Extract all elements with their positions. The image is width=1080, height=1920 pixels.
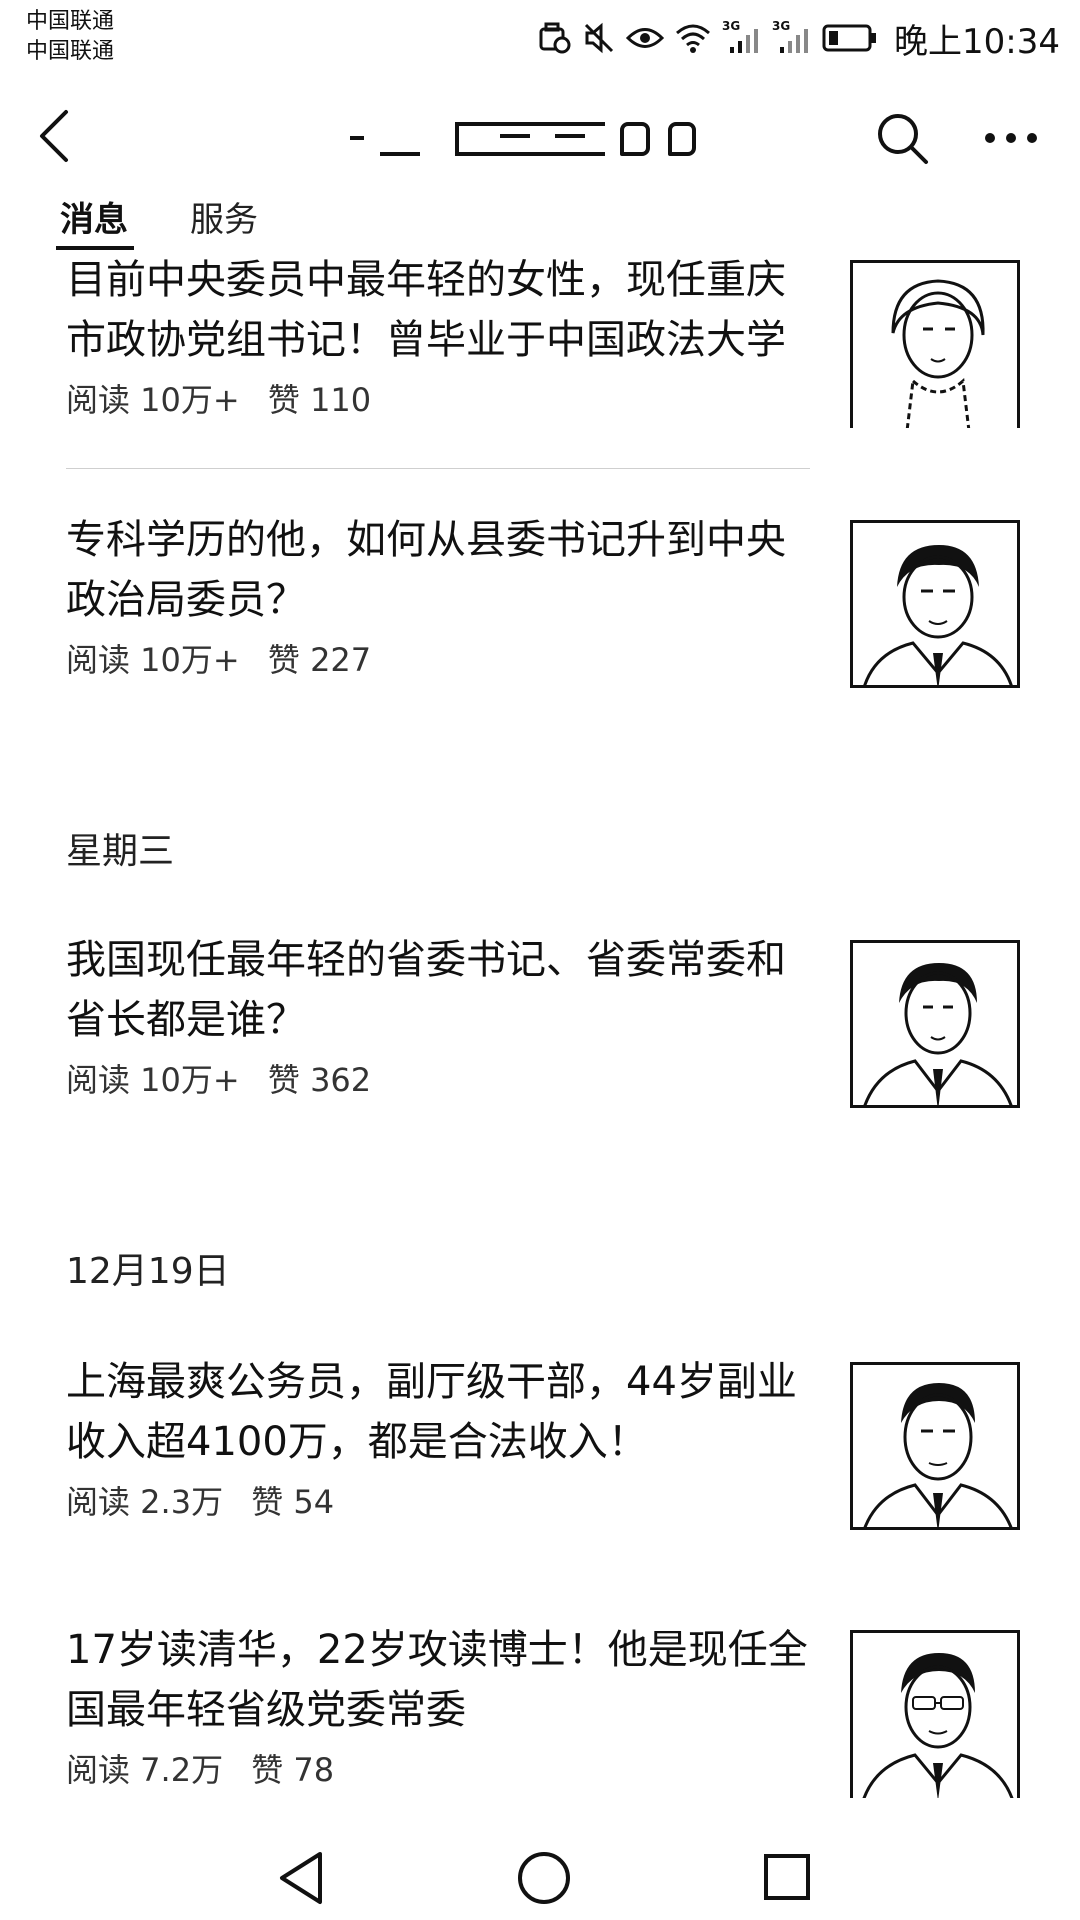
mute-icon <box>584 22 614 54</box>
back-button[interactable] <box>30 108 80 164</box>
article-read-count: 阅读 10万+ <box>66 381 240 419</box>
carrier-label-1: 中国联通 <box>26 9 115 34</box>
status-icons: 3G 3G 晚上10:34 <box>538 14 1060 62</box>
search-icon <box>878 114 928 164</box>
article-item[interactable]: 目前中央委员中最年轻的女性，现任重庆市政协党组书记！曾毕业于中国政法大学 阅读 … <box>0 250 1080 430</box>
article-like-count: 赞 78 <box>251 1751 335 1789</box>
status-clock: 晚上10:34 <box>894 21 1060 62</box>
article-title: 专科学历的他，如何从县委书记升到中央政治局委员？ <box>66 517 786 623</box>
date-label: 星期三 <box>66 831 175 872</box>
divider <box>66 468 810 469</box>
chevron-left-icon <box>40 110 68 162</box>
article-thumbnail <box>850 1362 1020 1530</box>
signal-icon-2: 3G <box>772 19 812 55</box>
article-thumbnail <box>850 1630 1020 1798</box>
article-like-count: 赞 227 <box>267 641 372 679</box>
system-home-button[interactable] <box>516 1850 572 1906</box>
article-thumbnail <box>850 940 1020 1108</box>
article-meta: 阅读 10万+ 赞 110 <box>66 380 371 420</box>
article-meta: 阅读 2.3万 赞 54 <box>66 1482 334 1522</box>
circle-home-icon <box>518 1852 570 1904</box>
search-button[interactable] <box>874 110 930 166</box>
system-recents-button[interactable] <box>762 1852 812 1902</box>
battery-icon <box>822 24 877 52</box>
tab-services[interactable]: 服务 <box>190 198 258 242</box>
account-title-redacted <box>350 116 730 166</box>
more-button[interactable] <box>982 128 1040 148</box>
more-icon <box>985 133 1037 143</box>
article-item[interactable]: 专科学历的他，如何从县委书记升到中央政治局委员？ 阅读 10万+ 赞 227 <box>0 510 1080 690</box>
article-read-count: 阅读 10万+ <box>66 641 240 679</box>
square-recents-icon <box>764 1854 810 1900</box>
article-item[interactable]: 上海最爽公务员，副厅级干部，44岁副业收入超4100万，都是合法收入！ 阅读 2… <box>0 1352 1080 1532</box>
article-thumbnail <box>850 260 1020 428</box>
article-meta: 阅读 10万+ 赞 362 <box>66 1060 371 1100</box>
article-read-count: 阅读 7.2万 <box>66 1751 224 1789</box>
wifi-icon <box>676 24 711 53</box>
article-meta: 阅读 7.2万 赞 78 <box>66 1750 334 1790</box>
article-like-count: 赞 54 <box>251 1483 335 1521</box>
triangle-back-icon <box>280 1852 322 1904</box>
article-title: 目前中央委员中最年轻的女性，现任重庆市政协党组书记！曾毕业于中国政法大学 <box>66 257 786 363</box>
article-meta: 阅读 10万+ 赞 227 <box>66 640 371 680</box>
tab-messages[interactable]: 消息 <box>56 198 134 250</box>
article-thumbnail <box>850 520 1020 688</box>
article-read-count: 阅读 10万+ <box>66 1061 240 1099</box>
article-like-count: 赞 110 <box>267 381 372 419</box>
carrier-label-2: 中国联通 <box>26 39 115 64</box>
article-read-count: 阅读 2.3万 <box>66 1483 224 1521</box>
article-title: 上海最爽公务员，副厅级干部，44岁副业收入超4100万，都是合法收入！ <box>66 1359 797 1465</box>
article-title: 17岁读清华，22岁攻读博士！他是现任全国最年轻省级党委常委 <box>66 1627 808 1733</box>
article-title: 我国现任最年轻的省委书记、省委常委和省长都是谁？ <box>66 937 786 1043</box>
eye-comfort-icon <box>626 28 665 48</box>
date-label: 12月19日 <box>66 1251 230 1292</box>
article-like-count: 赞 362 <box>267 1061 372 1099</box>
signal-icon-1: 3G <box>722 19 762 55</box>
nfc-icon <box>539 22 571 54</box>
article-item[interactable]: 我国现任最年轻的省委书记、省委常委和省长都是谁？ 阅读 10万+ 赞 362 <box>0 930 1080 1110</box>
system-back-button[interactable] <box>276 1850 326 1906</box>
article-item[interactable]: 17岁读清华，22岁攻读博士！他是现任全国最年轻省级党委常委 阅读 7.2万 赞… <box>0 1620 1080 1800</box>
